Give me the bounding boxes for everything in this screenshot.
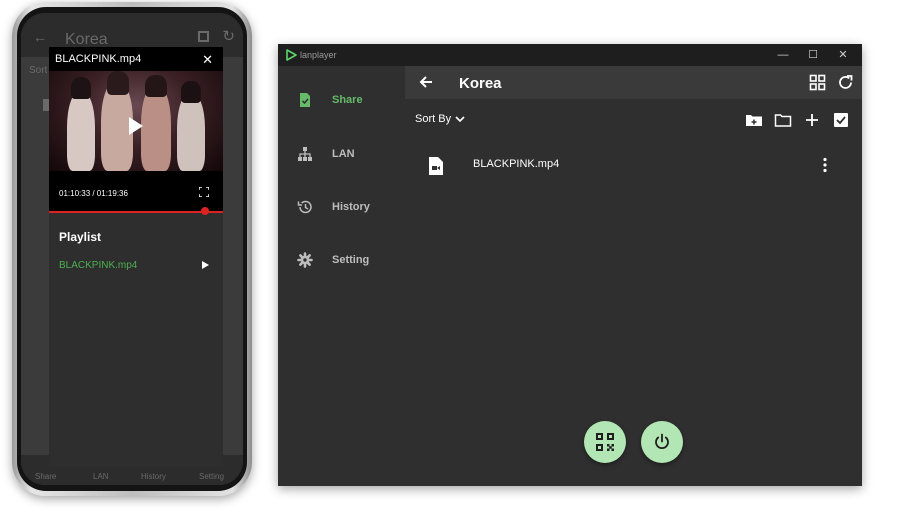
sidebar-item-history[interactable]: History: [278, 187, 405, 227]
grid-view-icon[interactable]: [809, 74, 826, 91]
close-window-button[interactable]: ✕: [828, 44, 858, 66]
phone-back-icon: ←: [33, 29, 47, 45]
sort-by-label: Sort By: [415, 113, 452, 125]
sidebar-item-share[interactable]: Share: [278, 80, 405, 120]
phone-mockup: ← Korea ↻ Sort Share LAN History Setting…: [12, 2, 252, 496]
video-time: 01:10:33 / 01:19:36: [59, 189, 128, 198]
sidebar-item-setting[interactable]: Setting: [278, 240, 405, 280]
add-icon[interactable]: [803, 111, 821, 129]
power-icon: [655, 433, 669, 449]
minimize-button[interactable]: —: [768, 44, 798, 66]
share-file-icon: [300, 93, 310, 107]
close-icon[interactable]: ✕: [202, 52, 213, 68]
fullscreen-icon[interactable]: [199, 187, 209, 197]
sidebar-item-lan[interactable]: LAN: [278, 134, 405, 174]
phone-nav-history: History: [141, 472, 166, 481]
sidebar: Share LAN History Setting: [278, 66, 405, 486]
file-name: BLACKPINK.mp4: [473, 158, 560, 170]
maximize-button[interactable]: ☐: [798, 44, 828, 66]
phone-nav-share: Share: [35, 472, 57, 481]
playlist-item-label: BLACKPINK.mp4: [59, 260, 138, 271]
phone-sort-label: Sort: [29, 65, 48, 76]
video-player[interactable]: BLACKPINK.mp4 ✕ 01:10:33 / 01:19:36: [49, 47, 223, 215]
back-arrow-icon[interactable]: [417, 73, 435, 91]
seek-bar[interactable]: [49, 211, 223, 213]
power-button[interactable]: [641, 421, 683, 463]
file-browser: Sort By BLACKPINK.mp4: [405, 99, 862, 486]
new-folder-icon[interactable]: [745, 111, 763, 129]
player-panel: BLACKPINK.mp4 ✕ 01:10:33 / 01:19:36 Play…: [49, 47, 223, 467]
gear-icon: [297, 252, 313, 268]
page-title: Korea: [459, 75, 502, 92]
play-icon[interactable]: [202, 261, 209, 269]
lan-icon: [298, 147, 312, 161]
phone-refresh-icon: ↻: [222, 28, 235, 45]
sidebar-item-label: LAN: [332, 148, 355, 160]
video-title: BLACKPINK.mp4: [55, 53, 142, 65]
phone-grid-icon: [198, 31, 209, 42]
seek-handle[interactable]: [201, 207, 209, 215]
folder-icon[interactable]: [774, 111, 792, 129]
phone-nav-setting: Setting: [199, 472, 224, 481]
sidebar-item-label: History: [332, 201, 370, 213]
sidebar-item-label: Share: [332, 94, 363, 106]
qr-code-button[interactable]: [584, 421, 626, 463]
refresh-icon[interactable]: [837, 74, 854, 91]
phone-screen: ← Korea ↻ Sort Share LAN History Setting…: [21, 13, 243, 485]
more-options-icon[interactable]: [822, 157, 828, 173]
chevron-down-icon: [455, 115, 465, 122]
qr-code-icon: [596, 433, 614, 451]
select-all-icon[interactable]: [832, 111, 850, 129]
file-list-item[interactable]: BLACKPINK.mp4: [405, 147, 862, 183]
playlist-title: Playlist: [59, 230, 102, 244]
playlist-item[interactable]: BLACKPINK.mp4: [49, 252, 223, 278]
history-icon: [297, 200, 312, 214]
app-name: lanplayer: [300, 50, 337, 60]
title-bar: lanplayer — ☐ ✕: [278, 44, 862, 66]
video-file-icon: [429, 157, 443, 175]
app-logo-icon: [286, 49, 297, 61]
play-icon[interactable]: [129, 117, 143, 135]
sort-by-dropdown[interactable]: Sort By: [415, 113, 465, 125]
sidebar-item-label: Setting: [332, 254, 370, 266]
app-window: lanplayer — ☐ ✕ Share LAN History Settin…: [278, 44, 862, 486]
content-header: Korea: [405, 66, 862, 99]
phone-bezel: ← Korea ↻ Sort Share LAN History Setting…: [17, 7, 247, 491]
phone-nav-lan: LAN: [93, 472, 109, 481]
